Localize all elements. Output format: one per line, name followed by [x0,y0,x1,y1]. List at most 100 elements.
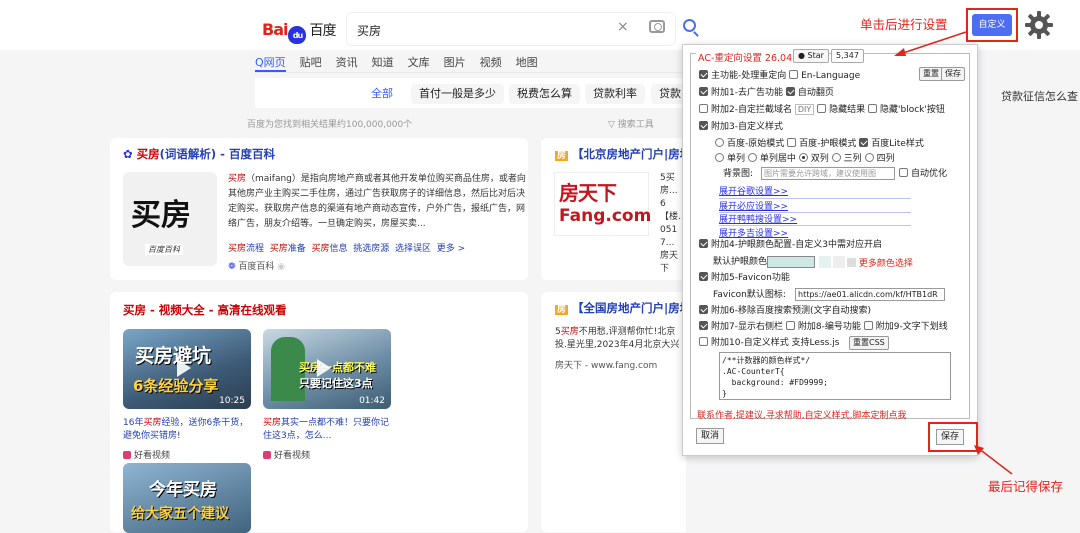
checkbox[interactable] [699,87,708,96]
camera-icon[interactable] [649,20,665,33]
opt-ad[interactable]: 附加1-去广告功能 自动翻页 [699,86,834,100]
opt-predict[interactable]: 附加6-移除百度搜索预测(文字自动搜索) [699,304,871,318]
checkbox[interactable] [699,337,708,346]
video-thumb-2[interactable]: 买房一点都不难 只要记住这3点 01:42 [263,329,391,409]
contact-link[interactable]: 联系作者,提建议,寻求帮助,自定义样式,脚本定制点我 [697,408,906,421]
checkbox[interactable] [817,104,827,113]
tab-web[interactable]: Q网页 [255,54,286,72]
checkbox[interactable] [859,138,869,147]
chip[interactable]: 税费怎么算 [509,84,580,104]
fang-card-2: 房 【全国房地产门户|房地 5买房不用愁,评测帮你忙!北京 投.星光里,2023… [541,292,687,532]
checkbox[interactable] [699,305,708,314]
search-icon[interactable] [683,19,696,32]
baike-link[interactable]: 挑选房源 [353,244,389,254]
opt-main[interactable]: 主功能-处理重定向 En-Language [699,69,860,83]
fang-source-2[interactable]: 房天下 - www.fang.com [555,360,657,373]
fang-title-2[interactable]: 房 【全国房地产门户|房地 [555,300,687,316]
save-top-button[interactable]: 保存 [941,67,965,81]
search-box[interactable]: 买房 × [346,12,676,46]
tab-video[interactable]: 视频 [480,54,502,72]
custom-button[interactable]: 自定义 [972,14,1012,36]
baike-source[interactable]: ❁ 百度百科 ◉ [228,259,285,272]
chip[interactable]: 首付一般是多少 [411,84,504,104]
opt-less[interactable]: 附加10-自定义样式 支持Less.js [699,336,839,350]
favicon-url-input[interactable]: https://ae01.alicdn.com/kf/HTB1dR [795,288,945,301]
radio[interactable] [831,153,841,162]
video-thumb-1[interactable]: 买房避坑 6条经验分享 10:25 [123,329,251,409]
checkbox[interactable] [699,272,708,281]
chip[interactable]: 贷款利率 [585,84,645,104]
more-colors-link[interactable]: 更多颜色选择 [847,256,913,269]
chip[interactable]: 贷款 [651,84,685,104]
checkbox[interactable] [863,321,873,330]
color-swatch-alt[interactable] [833,256,845,268]
checkbox[interactable] [699,104,708,113]
tab-tieba[interactable]: 贴吧 [300,54,322,72]
save-button[interactable]: 保存 [936,429,965,445]
radio[interactable] [715,138,724,147]
radio[interactable] [864,153,874,162]
radio[interactable] [747,153,757,162]
custom-css-textarea[interactable]: /**计数器的颜色样式*/ .AC-CounterT{ background: … [719,352,951,400]
tab-images[interactable]: 图片 [444,54,466,72]
opt-block[interactable]: 附加2-自定拦截域名 DIY 隐藏结果 隐藏'block'按钮 [699,103,945,117]
baike-link[interactable]: 买房流程 [228,244,264,254]
gear-icon[interactable] [1024,10,1054,40]
tab-news[interactable]: 资讯 [336,54,358,72]
expand-duckduckgo-link[interactable]: 展开鸭鸭搜设置>> [719,212,797,225]
video-title[interactable]: 买房 - 视频大全 - 高清在线观看 [123,302,287,318]
checkbox[interactable] [899,168,908,177]
diy-button[interactable]: DIY [794,104,815,115]
color-swatch-alt[interactable] [819,256,831,268]
baidu-logo[interactable]: Bai du 百度 [262,20,336,44]
checkbox[interactable] [699,70,708,79]
tab-zhidao[interactable]: 知道 [372,54,394,72]
right-chip[interactable]: 贷款征信怎么查 [1001,88,1078,104]
video-thumb-3[interactable]: 今年买房 给大家五个建议 [123,463,251,533]
opt-sidebar[interactable]: 附加7-显示右侧栏 附加8-编号功能 附加9-文字下划线 [699,320,948,334]
baike-title[interactable]: ✿ 买房(词语解析) - 百度百科 [123,146,275,162]
bg-input[interactable]: 图片需要允许跨域，建议使用图 [761,167,895,180]
checkbox[interactable] [699,321,708,330]
color-swatch[interactable] [767,256,815,268]
opt-modes[interactable]: 百度-原始模式 百度-护眼模式 百度Lite样式 [715,137,924,151]
checkbox[interactable] [789,70,799,79]
fang-title-1[interactable]: 房 【北京房地产门户|房地 [555,146,687,162]
chip-all[interactable]: 全部 [363,84,401,104]
baike-link[interactable]: 买房准备 [270,244,306,254]
video-source-1[interactable]: 好看视频 [123,448,170,461]
baike-link-more[interactable]: 更多 > [437,244,465,254]
reset-css-button[interactable]: 重置CSS [849,336,889,350]
expand-bing-link[interactable]: 展开必应设置>> [719,199,788,212]
baike-link[interactable]: 买房信息 [312,244,348,254]
video-caption-2[interactable]: 买房其实一点都不难！只要你记住这3点，怎么... [263,417,391,443]
checkbox[interactable] [699,121,708,130]
video-caption-1[interactable]: 16年买房经验，送你6条干货，避免你买错房! [123,417,251,443]
tab-wenku[interactable]: 文库 [408,54,430,72]
clear-icon[interactable]: × [617,19,629,35]
checkbox[interactable] [699,239,708,248]
radio[interactable] [715,153,724,162]
reset-button[interactable]: 重置 [919,67,943,81]
opt-color[interactable]: 附加4-护眼颜色配置-自定义3中需对应开启 [699,238,882,252]
checkbox[interactable] [868,104,878,113]
baike-image[interactable]: 买房 百度百科 [123,172,217,266]
checkbox[interactable] [787,138,797,147]
checkbox[interactable] [785,321,795,330]
radio[interactable] [798,153,808,162]
search-tools[interactable]: ▽ 搜索工具 [608,117,654,130]
checkbox[interactable] [785,87,795,96]
github-star-button[interactable]: ● Star [793,49,829,63]
search-input[interactable]: 买房 [357,22,381,39]
video-source-2[interactable]: 好看视频 [263,448,310,461]
opt-style[interactable]: 附加3-自定义样式 [699,120,783,134]
tab-map[interactable]: 地图 [516,54,538,72]
cancel-button[interactable]: 取消 [696,428,725,444]
star-count[interactable]: 5,347 [831,49,864,63]
opt-auto[interactable]: 自动优化 [899,167,947,181]
baike-link[interactable]: 选择误区 [395,244,431,254]
opt-favicon[interactable]: 附加5-Favicon功能 [699,271,790,285]
expand-google-link[interactable]: 展开谷歌设置>> [719,184,788,197]
fang-logo[interactable]: 房天下 Fang.com [554,172,651,236]
opt-columns[interactable]: 单列 单列居中 双列 三列 四列 [715,152,895,166]
